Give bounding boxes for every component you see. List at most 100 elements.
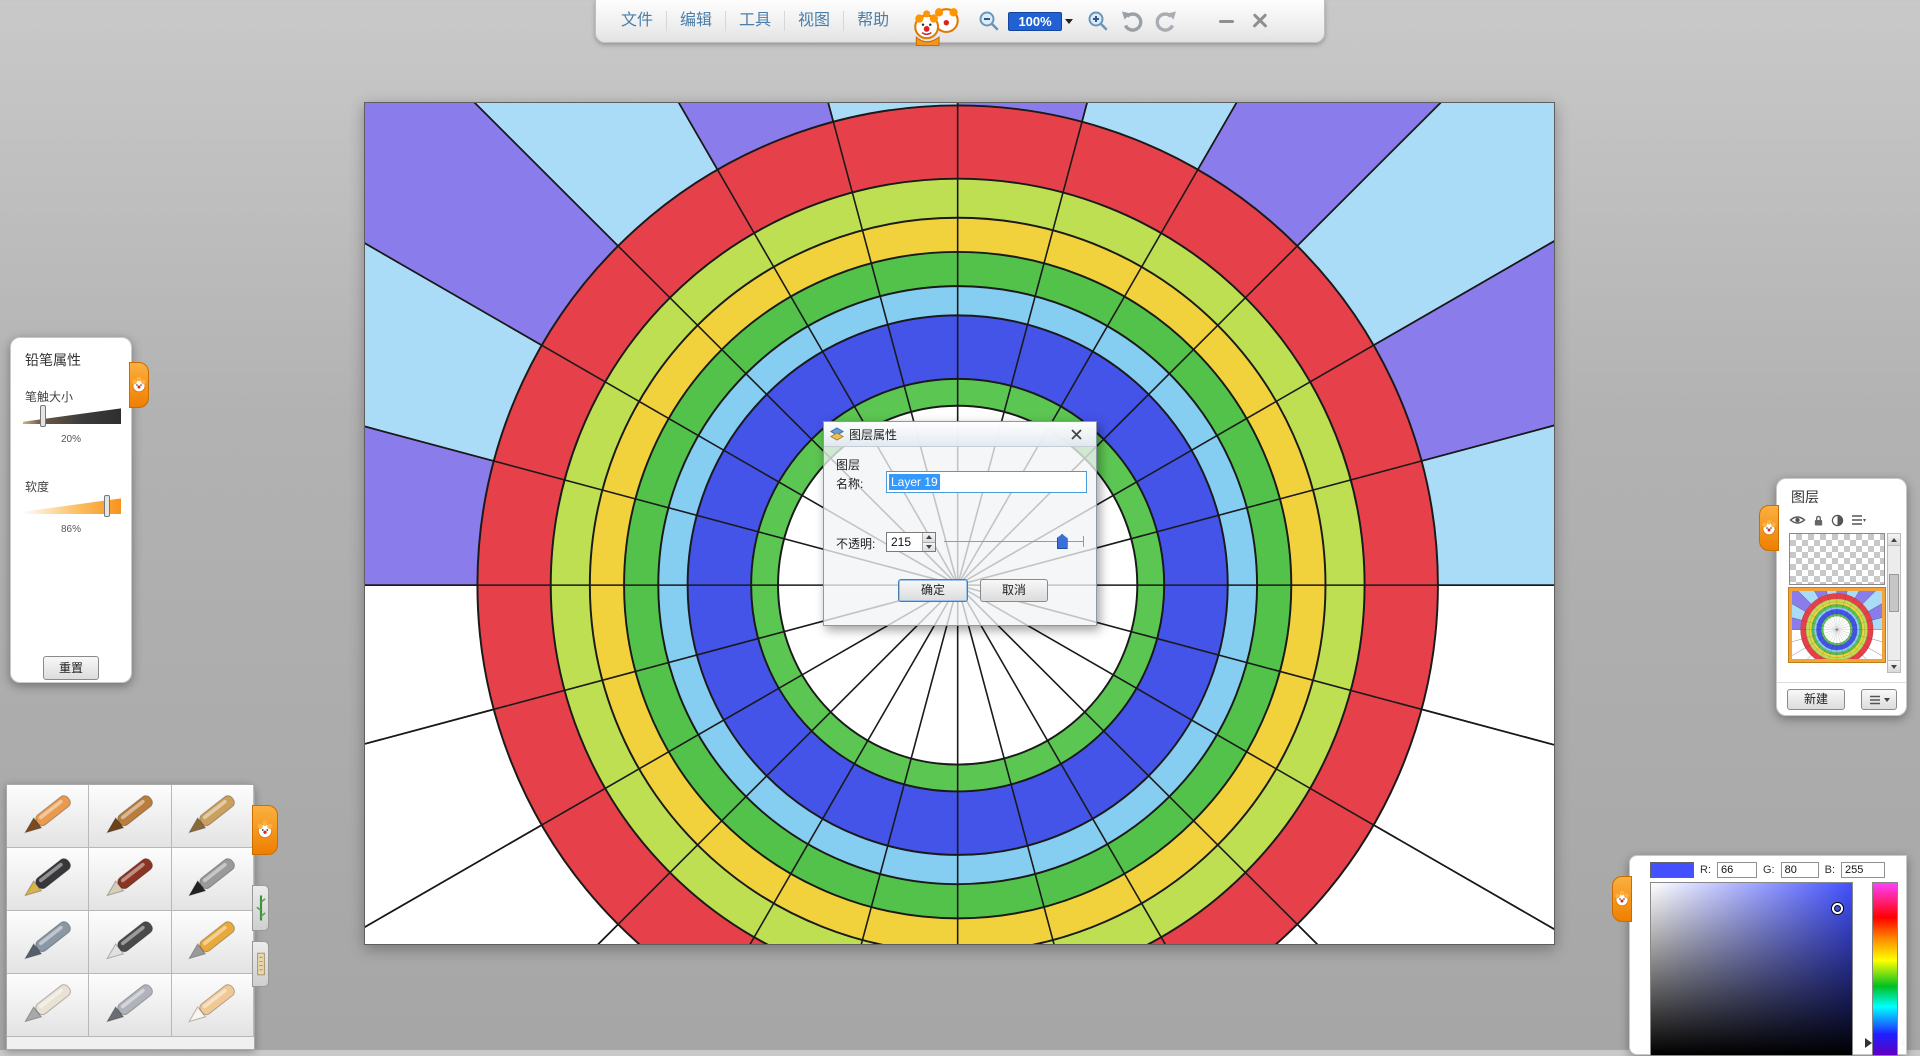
tool-paint-tube[interactable] [7, 974, 89, 1037]
zoom-out-button[interactable] [975, 7, 1003, 35]
reset-button[interactable]: 重置 [43, 656, 99, 680]
palette-page-bamboo-button[interactable] [252, 885, 269, 931]
layer-list [1789, 533, 1885, 662]
spinner-down-button[interactable] [923, 542, 935, 552]
dialog-title: 图层属性 [849, 426, 1062, 443]
layers-panel-clown-handle[interactable] [1759, 505, 1779, 551]
hue-bar[interactable] [1872, 882, 1898, 1056]
zoom-in-button[interactable] [1084, 7, 1112, 35]
layer-properties-dialog: 图层属性 图层 名称: Layer 19 不透明: 215 确定 取消 [823, 421, 1097, 626]
new-layer-button[interactable]: 新建 [1787, 689, 1845, 710]
dialog-titlebar[interactable]: 图层属性 [824, 422, 1096, 447]
layers-panel: 图层 新建 [1776, 478, 1907, 716]
tool-palette-knife[interactable] [89, 911, 171, 974]
tool-grid [7, 785, 254, 1037]
menu-lines-icon [1869, 695, 1881, 705]
opacity-spinner[interactable]: 215 [886, 532, 936, 552]
brush-size-handle[interactable] [40, 405, 46, 427]
layer-name-input[interactable]: Layer 19 [886, 471, 1087, 493]
pencil-panel-clown-handle[interactable] [129, 362, 149, 408]
dialog-close-button[interactable] [1062, 425, 1090, 444]
menu-help[interactable]: 帮助 [844, 0, 902, 42]
layer-item-empty[interactable] [1789, 533, 1885, 585]
clown-face-icon [256, 818, 274, 842]
current-color-swatch[interactable] [1650, 862, 1694, 878]
spinner-up-button[interactable] [923, 533, 935, 542]
redo-button[interactable] [1152, 7, 1180, 35]
color-cursor[interactable] [1832, 903, 1843, 914]
layer-item-selected[interactable] [1789, 588, 1885, 662]
main-toolbar: 文件 编辑 工具 视图 帮助 100% [595, 0, 1325, 43]
fountain-pen-icon [12, 854, 84, 904]
minimize-button[interactable] [1212, 7, 1240, 35]
name-label: 名称: [836, 475, 863, 492]
undo-button[interactable] [1118, 7, 1146, 35]
menu-file[interactable]: 文件 [608, 0, 666, 42]
scrollbar-thumb[interactable] [1889, 574, 1899, 612]
menu-tools[interactable]: 工具 [726, 0, 784, 42]
red-label: R: [1700, 864, 1711, 876]
list-options-icon[interactable] [1851, 514, 1866, 526]
opacity-slider-endtick [1083, 536, 1084, 547]
softness-slider[interactable] [23, 498, 121, 514]
layer-list-scrollbar[interactable] [1887, 533, 1901, 673]
layers-panel-title: 图层 [1791, 487, 1819, 507]
menu-view[interactable]: 视图 [785, 0, 843, 42]
visibility-eye-icon[interactable] [1789, 514, 1806, 526]
scroll-down-button[interactable] [1888, 660, 1900, 672]
tool-pencil[interactable] [7, 785, 89, 848]
tool-wood-stick[interactable] [89, 785, 171, 848]
color-panel-clown-handle[interactable] [1612, 876, 1632, 922]
clown-logo-icon [908, 3, 966, 45]
ok-button[interactable]: 确定 [898, 579, 968, 602]
red-input[interactable] [1717, 862, 1757, 878]
tool-crayon[interactable] [172, 785, 254, 848]
tool-eraser[interactable] [172, 974, 254, 1037]
tool-ink-brush[interactable] [172, 848, 254, 911]
tool-quill[interactable] [89, 974, 171, 1037]
tool-palette-panel [6, 784, 255, 1050]
tool-airbrush[interactable] [7, 911, 89, 974]
down-arrow-icon [1891, 665, 1897, 669]
scroll-up-button[interactable] [1888, 534, 1900, 546]
softness-value: 86% [11, 524, 131, 535]
scroll-icon [256, 946, 266, 982]
hue-marker-left-icon [1865, 1038, 1872, 1048]
cancel-button[interactable]: 取消 [980, 579, 1048, 602]
saturation-value-picker[interactable] [1650, 882, 1853, 1056]
layers-panel-divider [1777, 682, 1906, 683]
ink-brush-icon [176, 854, 248, 904]
quill-icon [94, 980, 166, 1030]
menu-edit[interactable]: 编辑 [667, 0, 725, 42]
wood-stick-icon [94, 791, 166, 841]
palette-page-scroll-button[interactable] [252, 941, 269, 987]
close-button[interactable] [1246, 7, 1274, 35]
blue-input[interactable] [1841, 862, 1885, 878]
tool-paint-brush[interactable] [89, 848, 171, 911]
pencil-icon [12, 791, 84, 841]
opacity-value: 215 [887, 533, 922, 551]
green-input[interactable] [1781, 862, 1819, 878]
opacity-slider[interactable] [944, 532, 1084, 552]
layers-menu-button[interactable] [1861, 689, 1897, 710]
hue-marker-right-icon [1898, 1038, 1905, 1048]
pencil-properties-panel: 铅笔属性 笔触大小 20% 软度 86% 重置 [10, 337, 132, 683]
clown-face-icon [1614, 888, 1630, 910]
minimize-icon [1219, 20, 1234, 23]
zoom-out-icon [977, 9, 1001, 33]
contrast-icon[interactable] [1831, 514, 1844, 527]
rgb-row: R: G: B: [1650, 861, 1885, 879]
green-label: G: [1763, 864, 1775, 876]
opacity-slider-handle[interactable] [1057, 534, 1068, 549]
tool-palette-clown-handle[interactable] [252, 805, 278, 855]
lock-icon[interactable] [1813, 514, 1824, 527]
blue-label: B: [1825, 864, 1835, 876]
softness-handle[interactable] [104, 495, 110, 517]
zoom-dropdown-caret-icon[interactable] [1065, 19, 1073, 24]
tool-paint-roller[interactable] [172, 911, 254, 974]
up-arrow-icon [926, 535, 932, 539]
brush-size-slider[interactable] [23, 408, 121, 424]
tool-fountain-pen[interactable] [7, 848, 89, 911]
paint-app-window: { "colors": { "accent_blue": "#2161d3", … [0, 0, 1920, 1050]
zoom-level-value[interactable]: 100% [1008, 12, 1062, 31]
